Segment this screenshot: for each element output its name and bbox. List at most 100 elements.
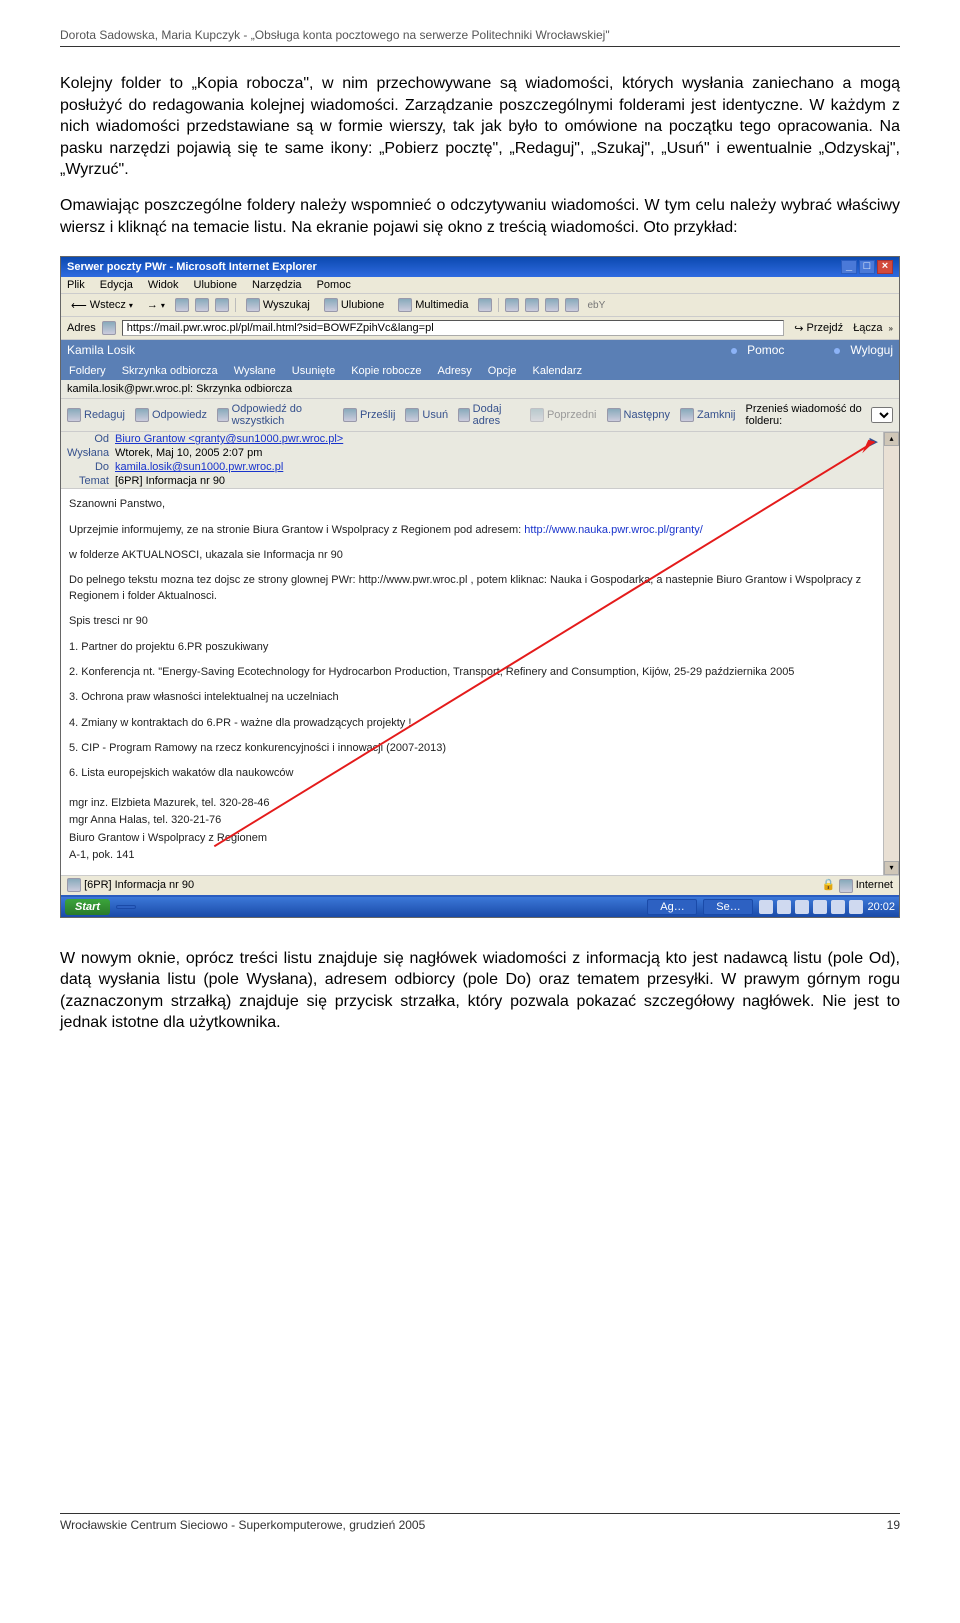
search-icon	[246, 298, 260, 312]
scroll-up-icon[interactable]: ▴	[884, 432, 899, 446]
menu-tools[interactable]: Narzędzia	[252, 279, 302, 291]
star-icon	[324, 298, 338, 312]
body-li1: 1. Partner do projektu 6.PR poszukiwany	[69, 640, 875, 655]
close-button[interactable]: Zamknij	[680, 408, 736, 422]
expand-header-icon[interactable]: ▶	[870, 435, 878, 448]
refresh-icon[interactable]	[195, 298, 209, 312]
from-value[interactable]: Biuro Grantow <granty@sun1000.pwr.wroc.p…	[115, 433, 877, 445]
links-label[interactable]: Łącza	[853, 322, 882, 334]
tray-icon[interactable]	[759, 900, 773, 914]
close-icon[interactable]: ×	[877, 260, 893, 274]
body-p2: Uprzejmie informujemy, ze na stronie Biu…	[69, 523, 875, 538]
tab-addresses[interactable]: Adresy	[430, 362, 480, 380]
system-tray[interactable]: 20:02	[759, 900, 895, 914]
sig-1: mgr inz. Elzbieta Mazurek, tel. 320-28-4…	[69, 796, 875, 811]
window-controls[interactable]: _ □ ×	[841, 260, 893, 274]
add-address-label: Dodaj adres	[473, 403, 520, 427]
go-button[interactable]: ↪ Przejdź	[790, 321, 847, 336]
favorites-label: Ulubione	[341, 299, 384, 311]
favorites-button[interactable]: Ulubione	[320, 297, 388, 313]
tray-icon[interactable]	[777, 900, 791, 914]
quicklaunch[interactable]	[116, 905, 136, 909]
menu-view[interactable]: Widok	[148, 279, 179, 291]
history-icon[interactable]	[478, 298, 492, 312]
sig-2: mgr Anna Halas, tel. 320-21-76	[69, 813, 875, 828]
tray-icon[interactable]	[813, 900, 827, 914]
scroll-down-icon[interactable]: ▾	[884, 861, 899, 875]
body-p2-text: Uprzejmie informujemy, ze na stronie Biu…	[69, 524, 524, 536]
tab-sent[interactable]: Wysłane	[226, 362, 284, 380]
tab-inbox[interactable]: Skrzynka odbiorcza	[114, 362, 226, 380]
prev-label: Poprzedni	[547, 409, 597, 421]
to-label: Do	[67, 461, 115, 473]
stop-icon[interactable]	[175, 298, 189, 312]
ie-menubar[interactable]: Plik Edycja Widok Ulubione Narzędzia Pom…	[61, 277, 899, 294]
help-link[interactable]: Pomoc	[747, 343, 784, 357]
menu-file[interactable]: Plik	[67, 279, 85, 291]
tab-options[interactable]: Opcje	[480, 362, 525, 380]
footer-left: Wrocławskie Centrum Sieciowo - Superkomp…	[60, 1518, 425, 1532]
delete-button[interactable]: Usuń	[405, 408, 448, 422]
tray-icon[interactable]	[849, 900, 863, 914]
menu-help[interactable]: Pomoc	[317, 279, 351, 291]
address-bar[interactable]: Adres https://mail.pwr.wroc.pl/pl/mail.h…	[61, 317, 899, 340]
reply-all-button[interactable]: Odpowiedź do wszystkich	[217, 403, 333, 427]
menu-edit[interactable]: Edycja	[100, 279, 133, 291]
scrollbar[interactable]: ▴ ▾	[883, 432, 899, 875]
compose-icon	[67, 408, 81, 422]
tray-icon[interactable]	[795, 900, 809, 914]
close-label: Zamknij	[697, 409, 736, 421]
start-button[interactable]: Start	[65, 899, 110, 915]
mail-icon[interactable]	[505, 298, 519, 312]
document-header: Dorota Sadowska, Maria Kupczyk - „Obsług…	[60, 28, 900, 47]
forward-button[interactable]: Prześlij	[343, 408, 395, 422]
tab-folders[interactable]: Foldery	[61, 362, 114, 380]
clock: 20:02	[867, 901, 895, 913]
mail-breadcrumb: kamila.losik@pwr.wroc.pl: Skrzynka odbio…	[61, 380, 899, 399]
home-icon[interactable]	[215, 298, 229, 312]
body-li2: 2. Konferencja nt. "Energy-Saving Ecotec…	[69, 665, 875, 680]
to-value[interactable]: kamila.losik@sun1000.pwr.wroc.pl	[115, 461, 877, 473]
discuss-icon[interactable]	[565, 298, 579, 312]
sent-label: Wysłana	[67, 447, 115, 459]
taskbar-item-1[interactable]: Ag…	[647, 899, 697, 915]
windows-taskbar[interactable]: Start Ag… Se… 20:02	[61, 895, 899, 917]
add-address-button[interactable]: Dodaj adres	[458, 403, 520, 427]
menu-favorites[interactable]: Ulubione	[194, 279, 237, 291]
page-icon	[102, 321, 116, 335]
sent-value: Wtorek, Maj 10, 2005 2:07 pm	[115, 447, 877, 459]
ie-toolbar[interactable]: ⟵ Wstecz ▾ → ▾ Wyszukaj Ulubione Multime…	[61, 294, 899, 317]
move-label: Przenieś wiadomość do folderu:	[746, 403, 868, 427]
print-icon[interactable]	[525, 298, 539, 312]
go-label: Przejdź	[807, 322, 844, 334]
folder-select[interactable]	[871, 407, 893, 423]
mail-tabs[interactable]: Foldery Skrzynka odbiorcza Wysłane Usuni…	[61, 360, 899, 380]
compose-button[interactable]: Redaguj	[67, 408, 125, 422]
next-icon	[607, 408, 621, 422]
logout-link[interactable]: Wyloguj	[850, 343, 893, 357]
back-button[interactable]: ⟵ Wstecz ▾	[67, 298, 137, 313]
prev-icon	[530, 408, 544, 422]
message-toolbar[interactable]: Redaguj Odpowiedz Odpowiedź do wszystkic…	[61, 399, 899, 432]
reply-button[interactable]: Odpowiedz	[135, 408, 207, 422]
next-button[interactable]: Następny	[607, 408, 670, 422]
forward-button[interactable]: → ▾	[143, 298, 169, 312]
edit-icon[interactable]	[545, 298, 559, 312]
body-link-1[interactable]: http://www.nauka.pwr.wroc.pl/granty/	[524, 524, 703, 536]
minimize-icon[interactable]: _	[841, 260, 857, 274]
address-label: Adres	[67, 322, 96, 334]
taskbar-item-2[interactable]: Se…	[703, 899, 753, 915]
tray-icon[interactable]	[831, 900, 845, 914]
media-button[interactable]: Multimedia	[394, 297, 472, 313]
maximize-icon[interactable]: □	[859, 260, 875, 274]
tab-trash[interactable]: Usunięte	[284, 362, 343, 380]
url-input[interactable]: https://mail.pwr.wroc.pl/pl/mail.html?si…	[122, 320, 785, 336]
status-zone: Internet	[856, 879, 893, 891]
search-button[interactable]: Wyszukaj	[242, 297, 314, 313]
tab-calendar[interactable]: Kalendarz	[525, 362, 591, 380]
move-to-folder[interactable]: Przenieś wiadomość do folderu:	[746, 403, 894, 427]
reply-icon	[135, 408, 149, 422]
tab-drafts[interactable]: Kopie robocze	[343, 362, 429, 380]
window-titlebar: Serwer poczty PWr - Microsoft Internet E…	[61, 257, 899, 277]
forward-icon	[343, 408, 357, 422]
